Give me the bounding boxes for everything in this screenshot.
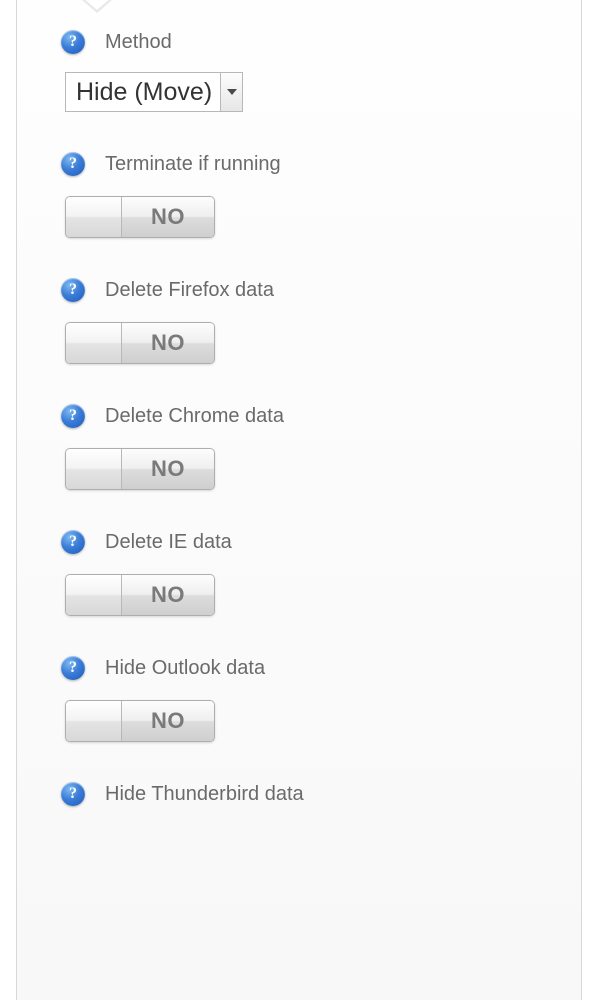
option-row: ? Delete Firefox data xyxy=(61,278,581,302)
method-label: Method xyxy=(105,31,172,54)
option-row: ? Delete Chrome data xyxy=(61,404,581,428)
option-thunderbird: ? Hide Thunderbird data xyxy=(61,782,581,806)
option-label: Delete Firefox data xyxy=(105,279,274,302)
help-icon[interactable]: ? xyxy=(61,656,85,680)
toggle-terminate[interactable]: NO xyxy=(65,196,215,238)
option-terminate: ? Terminate if running NO xyxy=(61,152,581,242)
toggle-outlook[interactable]: NO xyxy=(65,700,215,742)
option-row: ? Hide Outlook data xyxy=(61,656,581,680)
toggle-handle xyxy=(66,575,122,615)
option-row: ? Hide Thunderbird data xyxy=(61,782,581,806)
toggle-ie[interactable]: NO xyxy=(65,574,215,616)
method-row: ? Method xyxy=(61,30,581,54)
panel-arrow-notch xyxy=(81,0,113,13)
help-icon[interactable]: ? xyxy=(61,152,85,176)
option-outlook: ? Hide Outlook data NO xyxy=(61,656,581,746)
option-label: Terminate if running xyxy=(105,153,281,176)
option-row: ? Terminate if running xyxy=(61,152,581,176)
method-select-value: Hide (Move) xyxy=(66,73,220,111)
toggle-handle xyxy=(66,323,122,363)
method-select-wrap: Hide (Move) xyxy=(65,72,581,112)
toggle-chrome[interactable]: NO xyxy=(65,448,215,490)
option-firefox: ? Delete Firefox data NO xyxy=(61,278,581,368)
option-row: ? Delete IE data xyxy=(61,530,581,554)
option-label: Hide Thunderbird data xyxy=(105,783,304,806)
toggle-handle xyxy=(66,701,122,741)
option-chrome: ? Delete Chrome data NO xyxy=(61,404,581,494)
settings-panel: ? Method Hide (Move) ? Terminate if runn… xyxy=(16,0,582,1000)
toggle-state: NO xyxy=(122,701,214,741)
dropdown-button[interactable] xyxy=(220,73,242,111)
help-icon[interactable]: ? xyxy=(61,278,85,302)
help-icon[interactable]: ? xyxy=(61,530,85,554)
option-label: Delete Chrome data xyxy=(105,405,284,428)
toggle-firefox[interactable]: NO xyxy=(65,322,215,364)
help-icon[interactable]: ? xyxy=(61,782,85,806)
help-icon[interactable]: ? xyxy=(61,30,85,54)
toggle-state: NO xyxy=(122,449,214,489)
help-icon[interactable]: ? xyxy=(61,404,85,428)
toggle-state: NO xyxy=(122,323,214,363)
chevron-down-icon xyxy=(227,89,237,95)
toggle-state: NO xyxy=(122,197,214,237)
method-select[interactable]: Hide (Move) xyxy=(65,72,243,112)
toggle-state: NO xyxy=(122,575,214,615)
toggle-handle xyxy=(66,449,122,489)
option-label: Delete IE data xyxy=(105,531,232,554)
option-ie: ? Delete IE data NO xyxy=(61,530,581,620)
toggle-handle xyxy=(66,197,122,237)
option-label: Hide Outlook data xyxy=(105,657,265,680)
